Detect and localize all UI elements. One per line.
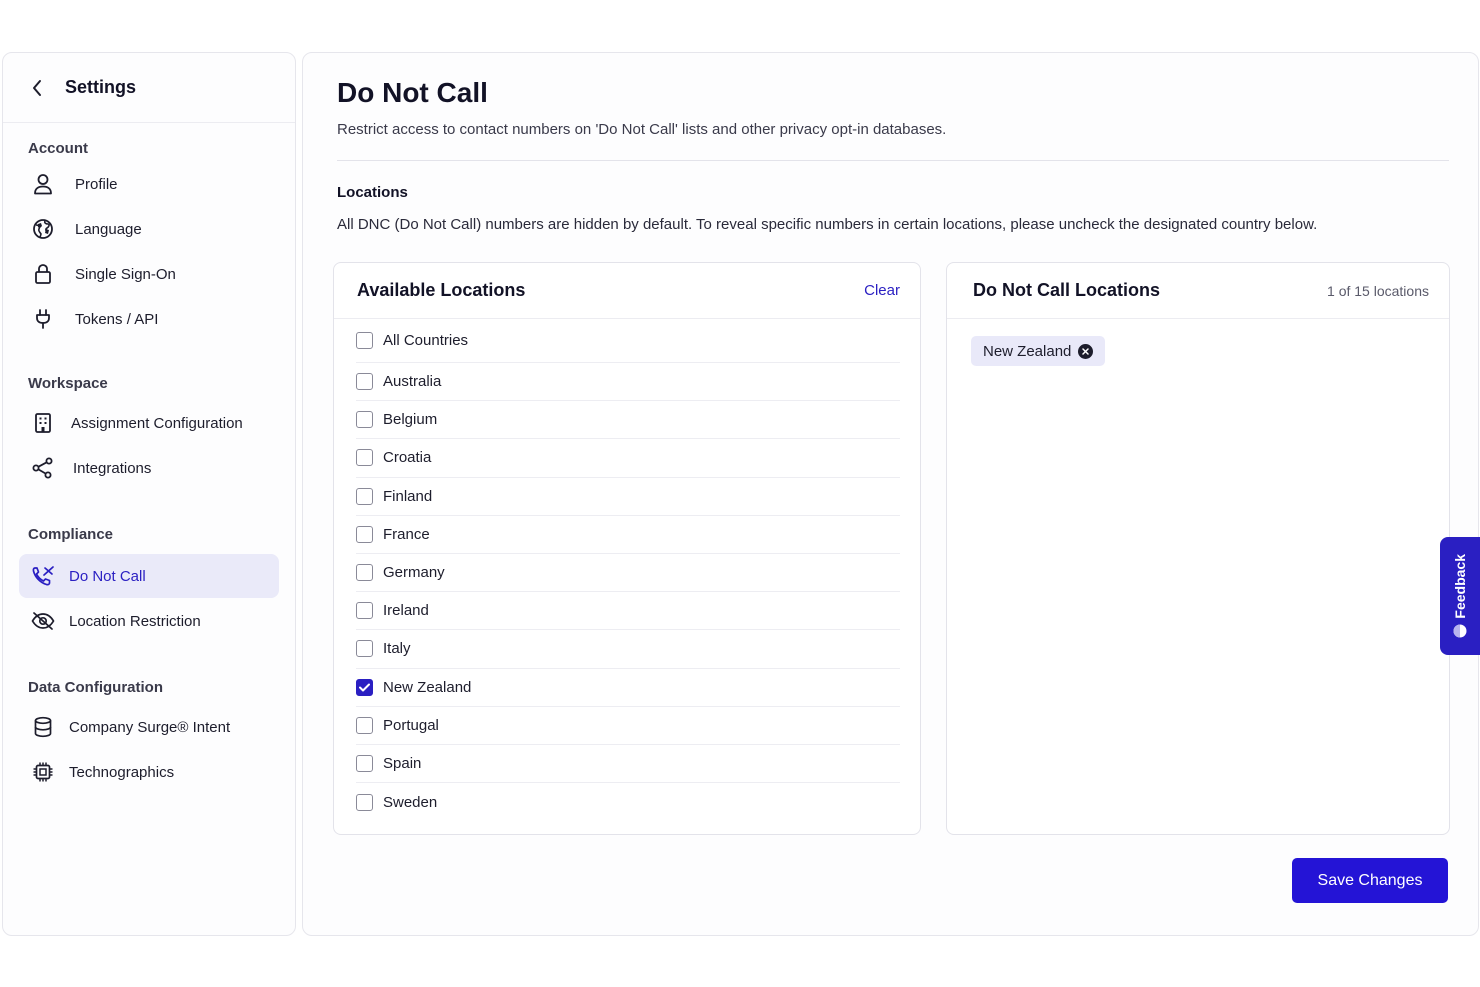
do-not-call-locations-card: Do Not Call Locations 1 of 15 locations … [946,262,1450,835]
sidebar-item-do-not-call[interactable]: Do Not Call [19,554,279,598]
checkbox[interactable] [356,487,373,505]
phone-off-icon [31,564,55,588]
country-row[interactable]: France [356,516,900,554]
checkbox[interactable] [356,373,373,391]
country-row[interactable]: Ireland [356,592,900,631]
country-name: Australia [383,373,442,391]
country-row[interactable]: Germany [356,554,900,593]
sidebar-item-label: Language [75,220,142,238]
page-title: Do Not Call [337,77,488,108]
checkbox[interactable] [356,678,373,696]
save-changes-button[interactable]: Save Changes [1292,858,1448,903]
location-count: 1 of 15 locations [1327,282,1429,299]
locations-description: All DNC (Do Not Call) numbers are hidden… [337,216,1318,233]
divider [337,160,1449,161]
sidebar-item-label: Integrations [73,459,152,477]
country-row[interactable]: Croatia [356,439,900,478]
country-row[interactable]: Portugal [356,707,900,745]
sidebar-item-label: Technographics [69,763,175,781]
checkbox[interactable] [356,640,373,658]
chip-label: New Zealand [983,342,1072,360]
do-not-call-locations-title: Do Not Call Locations [973,280,1161,300]
feedback-tab[interactable]: Feedback [1440,537,1480,655]
sidebar-item-label: Location Restriction [69,612,201,630]
database-icon [31,715,55,739]
sidebar-item-single-sign-on[interactable]: Single Sign-On [19,252,279,296]
country-name: Sweden [383,793,438,811]
checkbox[interactable] [356,449,373,467]
country-name: Portugal [383,716,439,734]
country-name: Germany [383,564,445,582]
sidebar-item-location-restriction[interactable]: Location Restriction [19,599,279,643]
country-name: Croatia [383,449,432,467]
country-name: Spain [383,754,422,772]
sidebar-item-language[interactable]: Language [19,207,279,251]
country-name: France [383,525,430,543]
country-name: Italy [383,640,411,658]
feedback-label: Feedback [1452,553,1468,619]
country-row[interactable]: Spain [356,745,900,784]
clear-link[interactable]: Clear [864,282,900,299]
plug-icon [31,307,55,331]
sidebar-item-label: Company Surge® Intent [69,718,231,736]
sidebar-item-label: Single Sign-On [75,265,176,283]
available-locations-title: Available Locations [357,280,526,300]
sidebar-item-technographics[interactable]: Technographics [19,750,279,794]
checkbox[interactable] [356,602,373,620]
settings-sidebar: Settings Account Profile Language Single… [2,52,296,936]
share-icon [31,456,55,480]
country-row[interactable]: Sweden [356,783,900,821]
checkbox[interactable] [356,411,373,429]
sidebar-item-integrations[interactable]: Integrations [19,446,279,490]
sidebar-header: Settings [3,53,295,123]
sidebar-item-label: Assignment Configuration [71,414,243,432]
globe-icon [31,217,55,241]
country-row[interactable]: Australia [356,363,900,402]
locations-title: Locations [337,184,408,201]
country-row[interactable]: Italy [356,630,900,669]
do-not-call-locations-header: Do Not Call Locations 1 of 15 locations [947,263,1449,319]
sidebar-item-profile[interactable]: Profile [19,162,279,206]
sidebar-title: Settings [65,77,137,97]
close-icon[interactable] [1078,343,1094,359]
sidebar-item-label: Profile [75,175,118,193]
user-icon [31,172,55,196]
selected-location-chip: New Zealand [971,336,1106,366]
section-title-compliance: Compliance [28,526,114,543]
sidebar-item-tokens-api[interactable]: Tokens / API [19,297,279,341]
country-name: Finland [383,487,433,505]
checkbox[interactable] [356,716,373,734]
checkbox[interactable] [356,525,373,543]
country-name: Belgium [383,411,438,429]
sidebar-item-company-surge-intent[interactable]: Company Surge® Intent [19,705,279,749]
chip-icon [31,760,55,784]
eye-off-icon [31,609,55,633]
checkbox[interactable] [356,564,373,582]
country-row[interactable]: New Zealand [356,669,900,707]
country-name: New Zealand [383,678,472,696]
section-title-workspace: Workspace [28,375,108,392]
country-name: All Countries [383,332,469,349]
feedback-icon [1453,624,1467,638]
section-title-account: Account [28,140,88,157]
page-description: Restrict access to contact numbers on 'D… [337,121,947,138]
section-title-data-configuration: Data Configuration [28,679,163,696]
available-locations-header: Available Locations Clear [334,263,920,319]
country-name: Ireland [383,602,429,620]
checkbox[interactable] [356,332,373,349]
checkbox[interactable] [356,793,373,811]
sidebar-item-assignment-configuration[interactable]: Assignment Configuration [19,401,279,445]
country-list: All Countries Australia Belgium Croatia Finl… [334,319,920,821]
sidebar-item-label: Do Not Call [69,567,146,585]
checkbox[interactable] [356,754,373,772]
main-panel: Do Not Call Restrict access to contact n… [302,52,1479,936]
back-arrow-icon[interactable] [27,78,47,98]
building-icon [31,411,55,435]
available-locations-card: Available Locations Clear All Countries A… [333,262,921,835]
lock-icon [31,262,55,286]
country-row[interactable]: Finland [356,478,900,516]
country-row[interactable]: All Countries [356,319,900,363]
sidebar-item-label: Tokens / API [75,310,159,328]
country-row[interactable]: Belgium [356,401,900,440]
